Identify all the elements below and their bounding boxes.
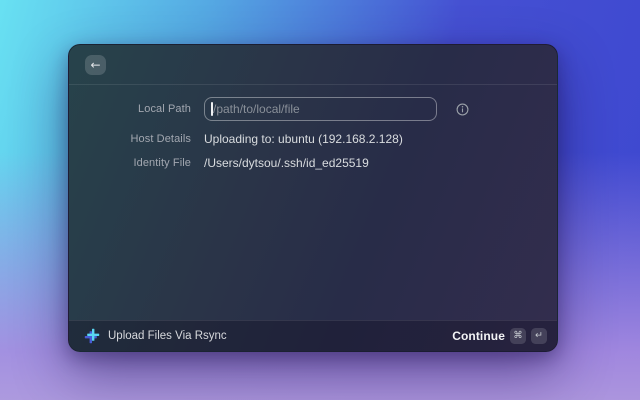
local-path-label: Local Path — [69, 103, 191, 115]
dialog-header: ← — [69, 45, 557, 85]
back-arrow-icon: ← — [90, 59, 100, 71]
continue-button[interactable]: Continue ⌘ ↵ — [452, 326, 547, 346]
local-path-row: Local Path — [69, 97, 557, 121]
local-path-input-wrapper — [204, 97, 437, 121]
local-path-input[interactable] — [204, 97, 437, 121]
host-details-value: Uploading to: ubuntu (192.168.2.128) — [204, 129, 557, 149]
identity-file-row: Identity File /Users/dytsou/.ssh/id_ed25… — [69, 153, 557, 173]
dialog-footer: Upload Files Via Rsync Continue ⌘ ↵ — [69, 320, 557, 351]
back-button[interactable]: ← — [85, 55, 106, 75]
info-icon-glyph — [456, 103, 469, 116]
command-key-icon: ⌘ — [510, 328, 526, 344]
host-details-label: Host Details — [69, 133, 191, 145]
host-details-row: Host Details Uploading to: ubuntu (192.1… — [69, 129, 557, 149]
info-icon[interactable] — [456, 103, 469, 116]
desktop-background: ← Local Path Host Detail — [0, 0, 640, 400]
text-caret — [211, 102, 213, 116]
app-title: Upload Files Via Rsync — [108, 330, 227, 342]
dialog-body: Local Path Host Details Uploading to: ub… — [69, 85, 557, 320]
rsync-app-icon — [84, 328, 100, 344]
identity-file-value: /Users/dytsou/.ssh/id_ed25519 — [204, 153, 557, 173]
continue-label: Continue — [452, 329, 505, 343]
identity-file-label: Identity File — [69, 157, 191, 169]
upload-dialog: ← Local Path Host Detail — [68, 44, 558, 352]
return-key-icon: ↵ — [531, 328, 547, 344]
